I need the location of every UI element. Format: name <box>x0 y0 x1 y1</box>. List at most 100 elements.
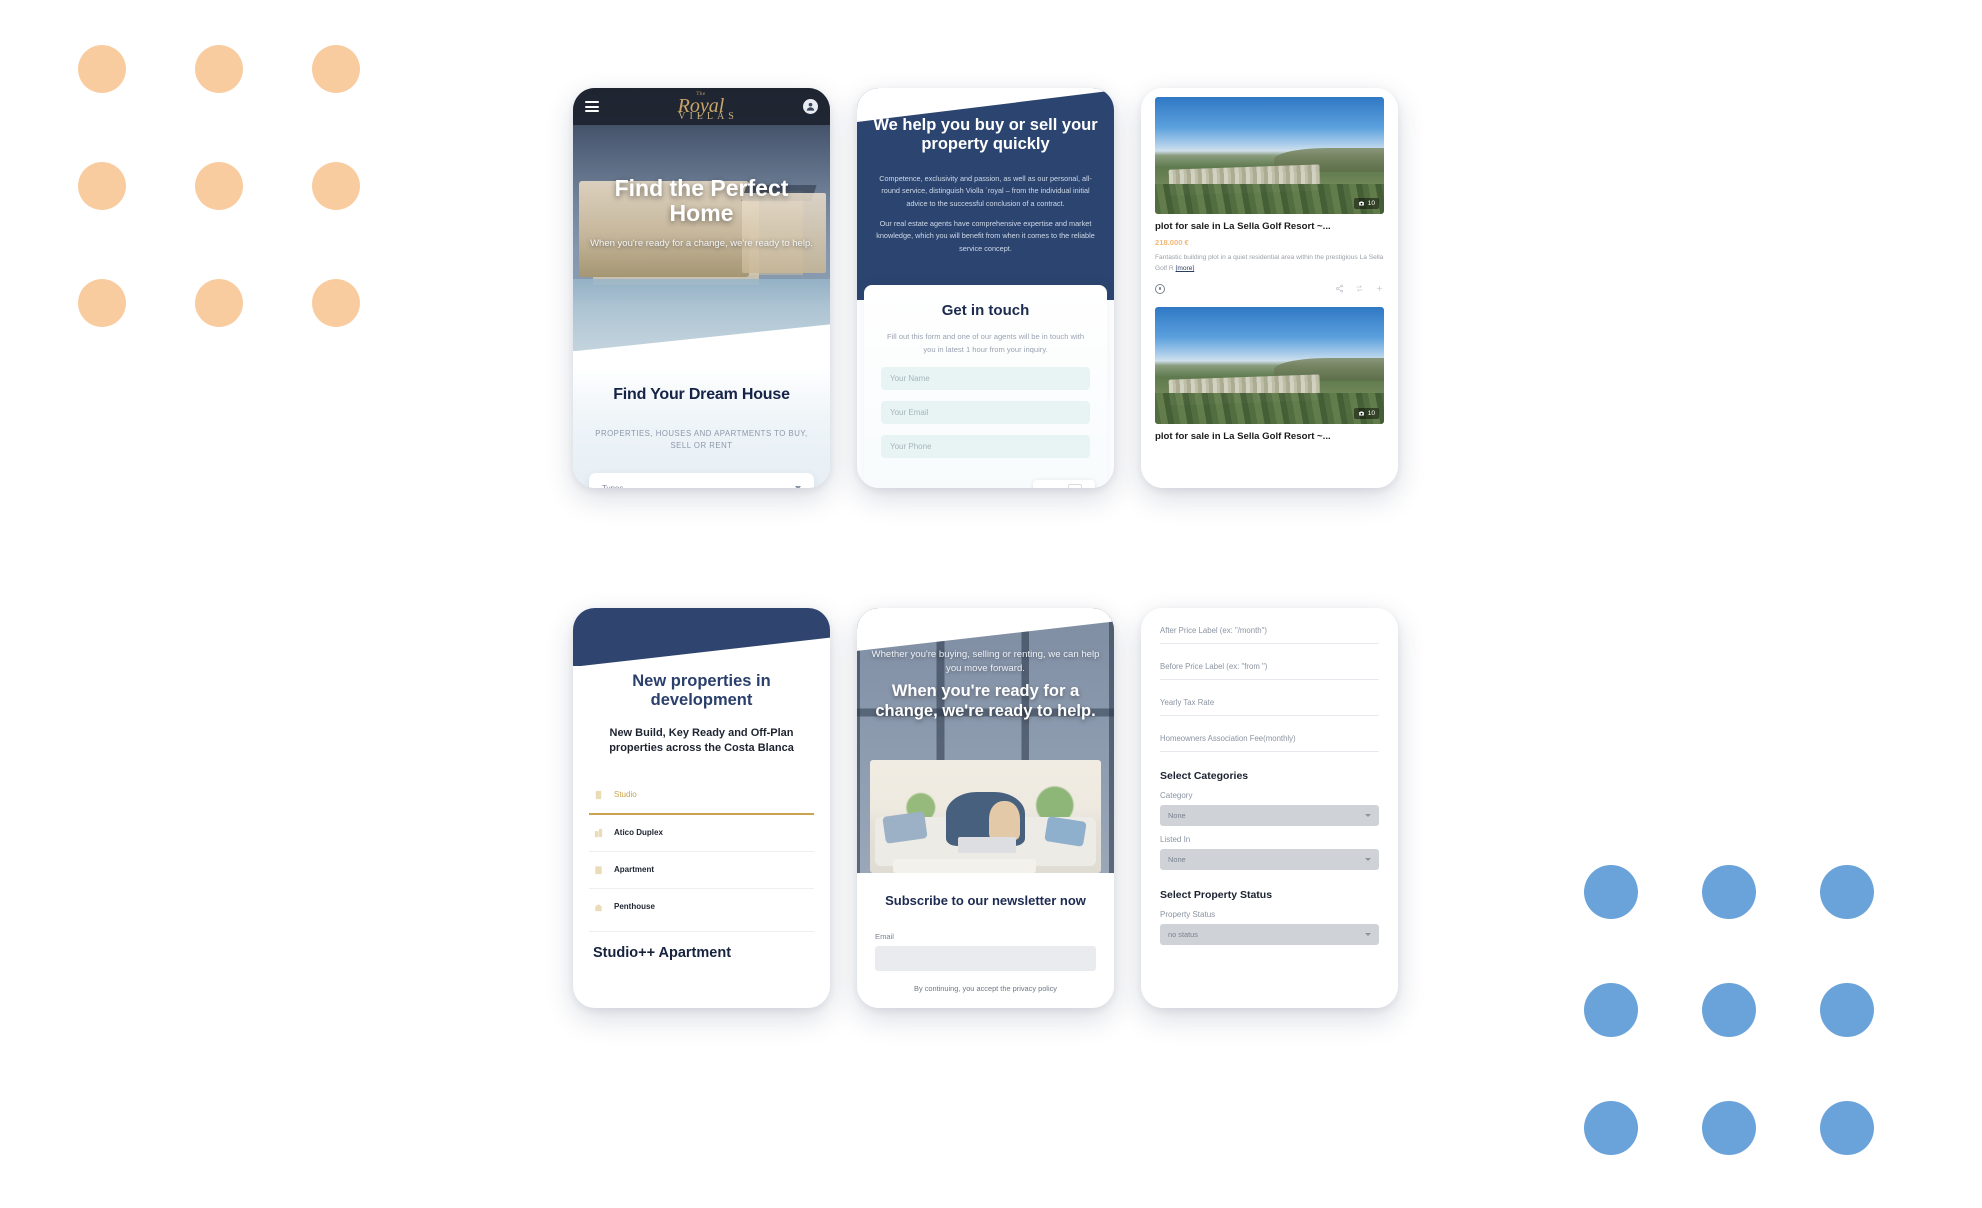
hamburger-menu-icon[interactable] <box>585 101 599 112</box>
add-plus-icon[interactable] <box>1375 284 1384 293</box>
name-input-placeholder: Your Name <box>890 374 930 384</box>
photo-trees <box>1155 183 1384 214</box>
search-panel: Find Your Dream House PROPERTIES, HOUSES… <box>573 366 830 488</box>
hoa-fee-input[interactable] <box>1160 751 1379 752</box>
listing-description: Fantastic building plot in a quiet resid… <box>1155 253 1384 274</box>
photo-count-value: 10 <box>1367 200 1375 207</box>
property-status-label: Property Status <box>1160 910 1216 919</box>
contact-form-subtitle: Fill out this form and one of our agents… <box>886 332 1085 355</box>
yearly-tax-rate-label: Yearly Tax Rate <box>1160 698 1215 707</box>
contact-form-card: Get in touch Fill out this form and one … <box>864 285 1107 488</box>
orange-dot <box>312 279 360 327</box>
listings-container: 10 plot for sale in La Sella Golf Resort… <box>1141 88 1398 488</box>
apartment-icon <box>593 864 604 876</box>
settings-form: After Price Label (ex: "/month") Before … <box>1141 608 1398 1008</box>
listing-actions <box>1155 283 1384 300</box>
share-icon[interactable] <box>1335 284 1344 293</box>
couple-on-sofa-photo <box>870 760 1101 873</box>
duplex-icon <box>593 827 604 839</box>
new-dev-footer-title: Studio++ Apartment <box>589 930 814 961</box>
hero-title: Find the Perfect Home <box>614 175 789 226</box>
listing-more-link[interactable]: [more] <box>1176 265 1195 272</box>
list-item-studio[interactable]: Studio <box>589 777 814 813</box>
form-overlay-widget[interactable] <box>1033 480 1095 488</box>
listing-title[interactable]: plot for sale in La Sella Golf Resort ~.… <box>1155 431 1384 443</box>
camera-icon <box>1358 201 1364 206</box>
category-label: Category <box>1160 791 1193 800</box>
newsletter-privacy-note: By continuing, you accept the privacy po… <box>914 983 1057 993</box>
top-navigation-bar: The Royal VILLAS <box>573 88 830 125</box>
contact-title: We help you buy or sell your property qu… <box>873 116 1098 154</box>
orange-dot-grid-decoration <box>78 45 360 327</box>
orange-dot <box>312 45 360 93</box>
listed-in-select[interactable]: None <box>1160 849 1379 870</box>
contact-header: We help you buy or sell your property qu… <box>857 88 1114 300</box>
property-status-select[interactable]: no status <box>1160 924 1379 945</box>
after-price-input[interactable] <box>1160 643 1379 644</box>
list-item-label: Atico Duplex <box>614 828 663 838</box>
listing-card[interactable]: 10 plot for sale in La Sella Golf Resort… <box>1155 306 1384 444</box>
blue-dot <box>1584 1101 1638 1155</box>
brand-logo[interactable]: The Royal VILLAS <box>664 92 738 122</box>
listing-card[interactable]: 10 plot for sale in La Sella Golf Resort… <box>1155 97 1384 300</box>
photo-trees <box>1155 393 1384 424</box>
category-select-value: None <box>1168 811 1186 820</box>
listing-title[interactable]: plot for sale in La Sella Golf Resort ~.… <box>1155 221 1384 233</box>
before-price-input[interactable] <box>1160 679 1379 680</box>
phone-mockup-newsletter: Whether you're buying, selling or rentin… <box>857 608 1114 1008</box>
category-select[interactable]: None <box>1160 805 1379 826</box>
compare-icon[interactable] <box>1355 284 1364 293</box>
newsletter-email-input[interactable] <box>875 945 1096 971</box>
chevron-down-icon <box>1365 814 1371 817</box>
property-status-select-value: no status <box>1168 930 1198 939</box>
blue-dot <box>1702 1101 1756 1155</box>
agent-avatar-icon[interactable] <box>1155 283 1165 294</box>
newsletter-hero-title: When you're ready for a change, we're re… <box>875 681 1096 720</box>
new-dev-subtitle: New Build, Key Ready and Off-Plan proper… <box>609 727 794 755</box>
orange-dot <box>195 45 243 93</box>
orange-dot <box>312 162 360 210</box>
newsletter-subscribe-title: Subscribe to our newsletter now <box>885 893 1086 908</box>
blue-dot-grid-decoration <box>1584 865 1874 1155</box>
blue-dot <box>1820 1101 1874 1155</box>
listing-photo[interactable]: 10 <box>1155 97 1384 214</box>
newsletter-hero: Whether you're buying, selling or rentin… <box>857 608 1114 873</box>
listing-photo[interactable]: 10 <box>1155 306 1384 424</box>
before-price-label: Before Price Label (ex: "from ") <box>1160 662 1268 671</box>
list-item-label: Penthouse <box>614 902 655 912</box>
camera-icon <box>1358 411 1364 416</box>
select-property-status-heading: Select Property Status <box>1160 889 1273 901</box>
chevron-down-icon <box>795 486 801 488</box>
list-item-atico-duplex[interactable]: Atico Duplex <box>589 812 814 851</box>
search-form-card: Types Categories <box>589 472 814 488</box>
contact-paragraph-1: Competence, exclusivity and passion, as … <box>879 173 1092 209</box>
types-select[interactable]: Types <box>602 484 801 488</box>
hero-subtitle: When you're ready for a change, we're re… <box>590 237 813 249</box>
newsletter-kicker: Whether you're buying, selling or rentin… <box>871 649 1100 674</box>
account-user-icon[interactable] <box>803 99 818 114</box>
contact-form-title: Get in touch <box>941 302 1030 319</box>
types-select-label: Types <box>602 484 623 488</box>
yearly-tax-rate-input[interactable] <box>1160 715 1379 716</box>
coffee-table-shape <box>893 859 1037 873</box>
list-item-apartment[interactable]: Apartment <box>589 850 814 888</box>
email-input[interactable]: Your Email <box>881 401 1090 425</box>
penthouse-icon <box>593 901 604 913</box>
new-dev-header-diagonal <box>573 608 830 666</box>
blue-dot <box>1702 983 1756 1037</box>
new-dev-title: New properties in development <box>632 672 771 710</box>
name-input[interactable]: Your Name <box>881 367 1090 391</box>
contact-paragraph-2: Our real estate agents have comprehensiv… <box>876 218 1095 253</box>
search-panel-subtitle: PROPERTIES, HOUSES AND APARTMENTS TO BUY… <box>595 429 808 451</box>
listed-in-label: Listed In <box>1160 835 1191 844</box>
phone-mockup-home: The Royal VILLAS Find the Perfect Home W… <box>573 88 830 488</box>
phone-mockup-listings: 10 plot for sale in La Sella Golf Resort… <box>1141 88 1398 488</box>
orange-dot <box>78 279 126 327</box>
list-item-penthouse[interactable]: Penthouse <box>589 887 814 925</box>
blue-dot <box>1820 983 1874 1037</box>
photo-count-badge: 10 <box>1353 198 1379 209</box>
phone-input[interactable]: Your Phone <box>881 435 1090 459</box>
orange-dot <box>195 279 243 327</box>
list-item-label: Studio <box>614 790 637 800</box>
